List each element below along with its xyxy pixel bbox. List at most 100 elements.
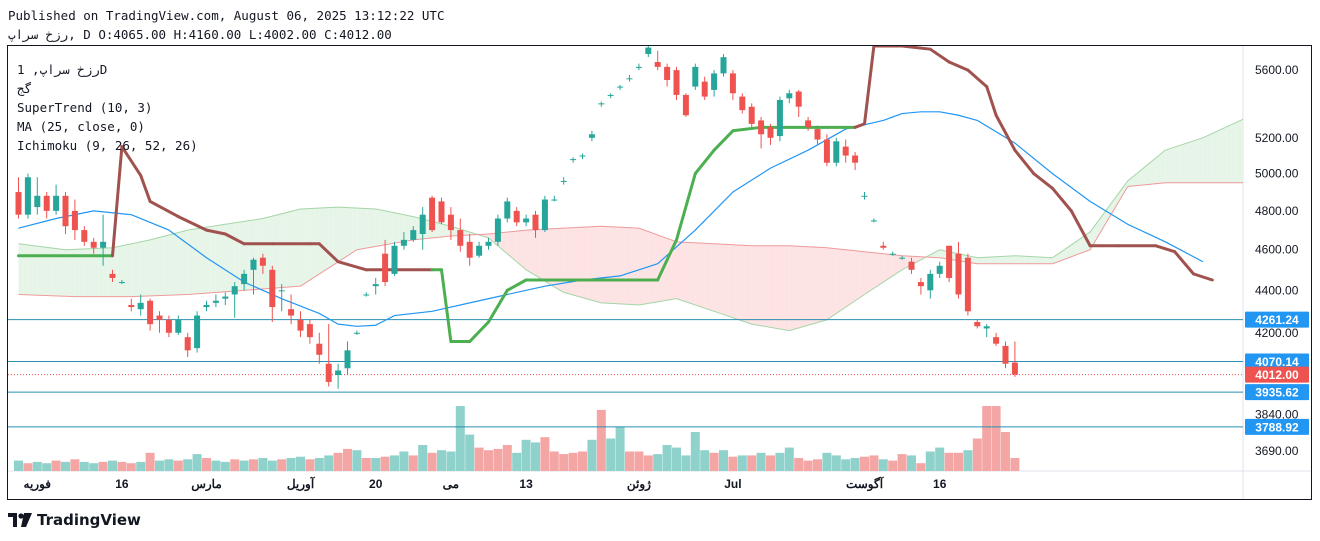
cloud-segment [563,227,569,294]
volume-bar [211,460,221,471]
cloud-segment [582,226,588,299]
cloud-segment [526,229,531,273]
candle-body [457,230,464,246]
volume-bar [51,460,61,471]
volume-bar [625,451,634,471]
cloud-segment [709,243,715,312]
x-tick-label: Jul [724,477,741,491]
cloud-segment [197,227,202,294]
candle-body [222,296,229,299]
volume-bar [596,409,606,471]
cloud-segment [258,218,263,290]
cloud-segment [436,222,442,238]
legend-ichimoku[interactable]: Ichimoku (9, 26, 52, 26) [17,138,198,153]
cloud-segment [42,246,47,296]
volume-bar [427,452,437,471]
cloud-segment [718,244,724,315]
cloud-segment [1217,129,1222,183]
candle-body [682,94,689,116]
cloud-segment [653,233,658,303]
candle-body [786,93,793,99]
cloud-segment [1014,255,1020,264]
cloud-segment [1170,147,1175,183]
volume-bar [14,460,23,471]
cloud-segment [150,238,155,296]
cloud-segment [1231,122,1236,183]
cloud-segment [375,208,381,247]
supertrend-segment [176,215,208,232]
volume-bar [465,434,475,471]
tradingview-icon [8,513,32,527]
candle-body [410,230,417,240]
price-tag-label: 4261.24 [1255,313,1299,327]
cloud-segment [394,212,400,244]
volume-bar [446,451,456,471]
cloud-segment [154,237,160,296]
cloud-segment [380,209,386,246]
x-tick-label: آوریل [287,475,316,492]
candle-body [466,241,473,258]
candle-body [325,363,332,382]
candle-body [241,273,248,285]
legend-supertrend[interactable]: SuperTrend (10, 3) [17,100,152,115]
cloud-segment [667,238,672,301]
cloud-segment [1038,256,1044,264]
candle-body [532,214,539,231]
cloud-segment [982,257,987,264]
candle-body [870,220,877,222]
cloud-segment [794,246,799,330]
cloud-segment [1198,137,1203,183]
tradingview-logo[interactable]: TradingView [8,511,141,529]
cloud-segment [822,247,827,322]
legend-symbol[interactable]: رزخ سراپ, 1D [17,62,107,77]
volume-bar [568,452,578,471]
volume-bar [286,458,296,471]
cloud-segment [305,208,310,284]
cloud-segment [1250,114,1255,183]
candle-body [974,321,981,327]
tradingview-wordmark: TradingView [37,511,141,529]
cloud-segment [892,254,898,276]
cloud-segment [789,245,794,331]
cloud-segment [836,248,841,314]
candle-body [720,57,727,74]
cloud-segment [441,223,447,237]
volume-bar [954,452,963,471]
volume-bar [277,459,287,471]
chart-frame[interactable]: 5600.00 5200.00 5000.00 4800.00 4600.00 4400.… [7,45,1312,500]
legend-moving-average[interactable]: MA (25, close, 0) [17,119,145,134]
candle-body [917,282,924,287]
cloud-segment [300,208,306,287]
volume-bar [145,452,155,471]
candle-body [551,199,558,201]
volume-bar [719,450,728,471]
published-caption: Published on TradingView.com, August 06,… [8,8,445,23]
cloud-segment [361,208,367,249]
candle-body [62,195,69,227]
cloud-segment [145,239,151,297]
volume-bar [784,447,794,471]
volume-bar [728,456,738,471]
supertrend-segment [487,288,509,324]
candle-body [805,120,812,128]
volume-bar [155,460,164,471]
x-tick-label: 13 [519,477,533,491]
cloud-segment [1207,133,1213,183]
candle-body [711,73,718,90]
volume-bar [484,450,493,471]
candle-body [447,214,454,231]
supertrend-segment [468,320,490,344]
volume-bar [615,426,625,471]
candle-body [635,66,642,68]
y-tick-label: 4200.00 [1255,326,1299,340]
candle-body [118,282,125,284]
volume-bar [136,461,146,471]
volume-bar [1010,458,1020,471]
volume-bar [296,456,305,471]
candle-body [53,195,60,211]
volume-bar [352,450,362,471]
cloud-segment [1302,114,1307,183]
price-chart[interactable]: 5600.00 5200.00 5000.00 4800.00 4600.00 4400.… [8,46,1311,499]
candle-body [382,253,389,283]
volume-bar [371,458,381,471]
